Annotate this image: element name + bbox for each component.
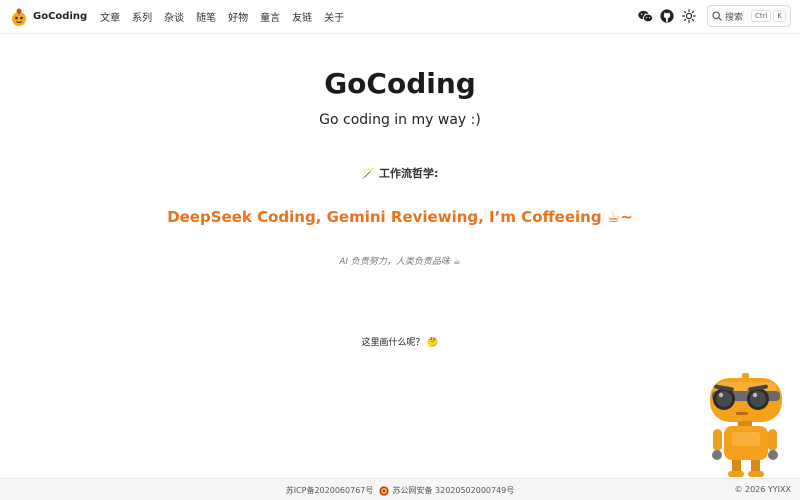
github-icon[interactable]	[659, 8, 675, 24]
wechat-icon[interactable]	[637, 8, 653, 24]
workflow-philosophy-heading: 🪄 工作流哲学:	[361, 167, 439, 180]
main-nav: 文章 系列 杂谈 随笔 好物 童言 友链 关于	[100, 9, 356, 24]
logo-icon	[12, 8, 26, 26]
header-actions: 搜索 Ctrl K	[637, 5, 791, 27]
nav-item-kids[interactable]: 童言	[260, 9, 280, 24]
search-button[interactable]: 搜索 Ctrl K	[707, 5, 791, 27]
nav-item-talks[interactable]: 杂谈	[164, 9, 184, 24]
nav-item-series[interactable]: 系列	[132, 9, 152, 24]
footer-registrations: 苏ICP备2020060767号 苏公网安备 32020502000749号	[0, 485, 800, 496]
police-badge-icon	[379, 485, 389, 496]
theme-toggle-sun-icon[interactable]	[681, 8, 697, 24]
nav-item-notes[interactable]: 随笔	[196, 9, 216, 24]
search-label: 搜索	[725, 12, 744, 23]
nav-item-articles[interactable]: 文章	[100, 9, 120, 24]
site-footer: 苏ICP备2020060767号 苏公网安备 32020502000749号 ©…	[0, 478, 800, 500]
drawing-question: 这里画什么呢？ 🤔	[361, 338, 439, 348]
icp-link[interactable]: 苏ICP备2020060767号	[286, 486, 374, 495]
shortcut-ctrl-key: Ctrl	[750, 10, 772, 22]
motto-text: AI 负责努力，人类负责品味 ☕	[339, 257, 461, 267]
nav-item-links[interactable]: 友链	[292, 9, 312, 24]
shortcut-k-key: K	[773, 10, 786, 22]
nav-item-goods[interactable]: 好物	[228, 9, 248, 24]
police-record-link[interactable]: 苏公网安备 32020502000749号	[392, 486, 514, 495]
nav-item-about[interactable]: 关于	[324, 9, 344, 24]
page-title: GoCoding	[324, 67, 476, 100]
brand-name: GoCoding	[33, 11, 88, 22]
workflow-statement: DeepSeek Coding, Gemini Reviewing, I’m C…	[167, 208, 633, 226]
search-icon	[712, 11, 722, 21]
site-tagline: Go coding in my way :)	[319, 112, 481, 128]
brand-link[interactable]: GoCoding	[10, 7, 87, 27]
robot-mascot-icon[interactable]	[702, 372, 792, 480]
copyright-text: © 2026 YYIXX	[734, 485, 791, 494]
site-header: GoCoding 文章 系列 杂谈 随笔 好物 童言 友链 关于 搜索 Ctrl…	[0, 0, 800, 34]
